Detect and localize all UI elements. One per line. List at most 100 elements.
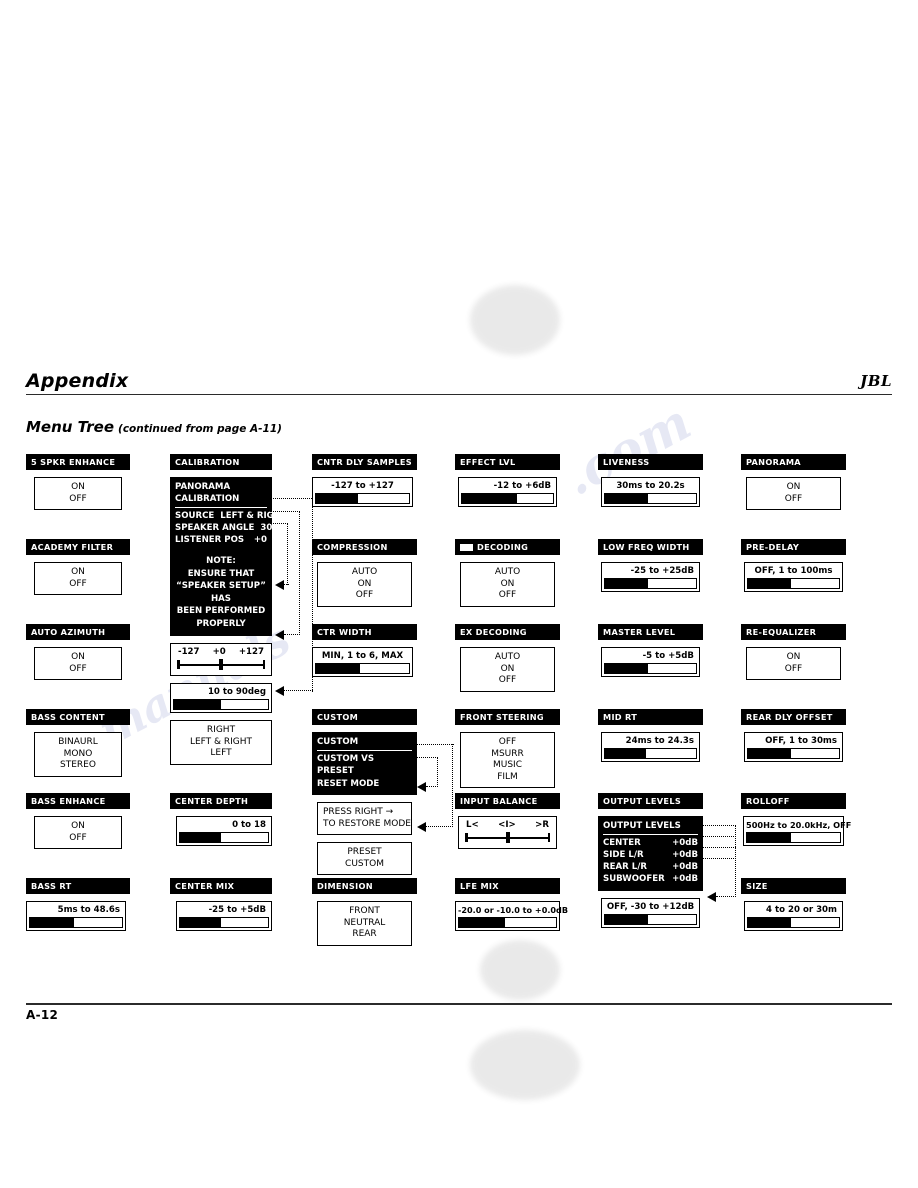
option-item[interactable]: MONO	[35, 749, 121, 761]
slider-bar[interactable]	[747, 917, 840, 928]
range-slider[interactable]: 24ms to 24.3s	[601, 732, 700, 762]
calibration-screen[interactable]: PANORAMA CALIBRATION SOURCE LEFT & RIGHT…	[170, 477, 291, 636]
output-level-row[interactable]: REAR L/R +0dB	[603, 861, 698, 873]
restore-mode-panel[interactable]: PRESS RIGHT → TO RESTORE MODE	[317, 802, 412, 835]
range-slider[interactable]: -25 to +5dB	[176, 901, 272, 931]
options-panel[interactable]: AUTO ON OFF	[460, 647, 555, 692]
option-item[interactable]: BINAURL	[35, 737, 121, 749]
option-item[interactable]: OFF	[318, 590, 411, 602]
option-item[interactable]: REAR	[318, 929, 411, 941]
option-item[interactable]: ON	[35, 567, 121, 579]
output-level-row[interactable]: CENTER +0dB	[603, 837, 698, 849]
option-item[interactable]: ON	[35, 821, 121, 833]
options-panel[interactable]: ON OFF	[34, 647, 122, 680]
slider-bar[interactable]	[461, 493, 554, 504]
options-panel[interactable]: ON OFF	[34, 816, 122, 849]
option-item[interactable]: OFF	[461, 737, 554, 749]
slider-bar[interactable]	[604, 578, 697, 589]
option-item[interactable]: LEFT	[171, 748, 271, 760]
slider-bar[interactable]	[179, 832, 269, 843]
option-item[interactable]: STEREO	[35, 760, 121, 772]
option-item[interactable]: OFF	[461, 675, 554, 687]
option-item[interactable]: PRESET	[318, 847, 411, 859]
range-slider[interactable]: OFF, 1 to 100ms	[744, 562, 843, 592]
range-slider[interactable]: OFF, 1 to 30ms	[744, 732, 843, 762]
option-item[interactable]: CUSTOM	[318, 859, 411, 871]
option-item[interactable]: FRONT	[318, 906, 411, 918]
options-panel[interactable]: AUTO ON OFF	[317, 562, 412, 607]
slider-bar[interactable]	[747, 578, 840, 589]
option-item[interactable]: ON	[318, 579, 411, 591]
option-item[interactable]: OFF	[35, 579, 121, 591]
option-item[interactable]: FILM	[461, 772, 554, 784]
output-level-slider[interactable]: OFF, -30 to +12dB	[601, 898, 700, 928]
slider-bar[interactable]	[173, 699, 269, 710]
range-slider[interactable]: 30ms to 20.2s	[601, 477, 700, 507]
range-slider[interactable]: 0 to 18	[176, 816, 272, 846]
range-slider[interactable]: -25 to +25dB	[601, 562, 700, 592]
option-item[interactable]: AUTO	[461, 567, 554, 579]
options-panel[interactable]: BINAURL MONO STEREO	[34, 732, 122, 777]
slider-bar[interactable]	[747, 748, 840, 759]
range-slider[interactable]: -12 to +6dB	[458, 477, 557, 507]
slider-bar[interactable]	[179, 917, 269, 928]
scale-knob[interactable]	[219, 659, 223, 670]
range-slider[interactable]: 5ms to 48.6s	[26, 901, 126, 931]
option-item[interactable]: OFF	[461, 590, 554, 602]
option-item[interactable]: ON	[461, 664, 554, 676]
options-panel[interactable]: ON OFF	[34, 477, 122, 510]
option-item[interactable]: NEUTRAL	[318, 918, 411, 930]
option-item[interactable]: ON	[35, 652, 121, 664]
range-slider[interactable]: -20.0 or -10.0 to +0.0dB	[455, 901, 568, 931]
option-item[interactable]: AUTO	[461, 652, 554, 664]
custom-screen[interactable]: CUSTOM CUSTOM VS PRESET RESET MODE	[312, 732, 417, 795]
calibration-row[interactable]: LISTENER POS +0	[175, 534, 267, 546]
slider-bar[interactable]	[29, 917, 123, 928]
option-item[interactable]: OFF	[35, 664, 121, 676]
scale-track[interactable]	[177, 659, 265, 670]
listener-pos-scale[interactable]: -127 +0 +127	[170, 643, 272, 676]
scale-track[interactable]	[465, 832, 550, 843]
options-panel[interactable]: AUTO ON OFF	[460, 562, 555, 607]
calibration-row[interactable]: SPEAKER ANGLE 30deg	[175, 522, 291, 534]
option-item[interactable]: LEFT & RIGHT	[171, 737, 271, 749]
source-options-panel[interactable]: RIGHT LEFT & RIGHT LEFT	[170, 720, 272, 765]
output-level-row[interactable]: SUBWOOFER +0dB	[603, 873, 698, 885]
menu-item[interactable]: CUSTOM VS PRESET	[317, 753, 412, 778]
option-item[interactable]: AUTO	[318, 567, 411, 579]
option-item[interactable]: OFF	[747, 664, 840, 676]
option-item[interactable]: MSURR	[461, 749, 554, 761]
range-slider[interactable]: MIN, 1 to 6, MAX	[312, 647, 413, 677]
slider-bar[interactable]	[604, 493, 697, 504]
preset-custom-panel[interactable]: PRESET CUSTOM	[317, 842, 412, 875]
scale-knob[interactable]	[505, 832, 510, 843]
speaker-angle-slider[interactable]: 10 to 90deg	[170, 683, 272, 713]
options-panel[interactable]: ON OFF	[34, 562, 122, 595]
options-panel[interactable]: OFF MSURR MUSIC FILM	[460, 732, 555, 788]
output-levels-screen[interactable]: OUTPUT LEVELS CENTER +0dB SIDE L/R +0dB …	[598, 816, 703, 891]
option-item[interactable]: OFF	[747, 494, 840, 506]
calibration-row[interactable]: SOURCE LEFT & RIGHT	[175, 510, 287, 522]
slider-bar[interactable]	[458, 917, 557, 928]
option-item[interactable]: OFF	[35, 494, 121, 506]
options-panel[interactable]: ON OFF	[746, 647, 841, 680]
output-level-row[interactable]: SIDE L/R +0dB	[603, 849, 698, 861]
option-item[interactable]: OFF	[35, 833, 121, 845]
range-slider[interactable]: -5 to +5dB	[601, 647, 700, 677]
range-slider[interactable]: -127 to +127	[312, 477, 413, 507]
option-item[interactable]: ON	[35, 482, 121, 494]
option-item[interactable]: RIGHT	[171, 725, 271, 737]
option-item[interactable]: ON	[747, 482, 840, 494]
slider-bar[interactable]	[315, 493, 410, 504]
range-slider[interactable]: 4 to 20 or 30m	[744, 901, 843, 931]
slider-bar[interactable]	[604, 914, 697, 925]
option-item[interactable]: MUSIC	[461, 760, 554, 772]
slider-bar[interactable]	[604, 748, 697, 759]
balance-scale[interactable]: L< <I> >R	[458, 816, 557, 849]
menu-item[interactable]: RESET MODE	[317, 778, 412, 791]
options-panel[interactable]: FRONT NEUTRAL REAR	[317, 901, 412, 946]
slider-bar[interactable]	[604, 663, 697, 674]
option-item[interactable]: ON	[461, 579, 554, 591]
slider-bar[interactable]	[315, 663, 410, 674]
options-panel[interactable]: ON OFF	[746, 477, 841, 510]
